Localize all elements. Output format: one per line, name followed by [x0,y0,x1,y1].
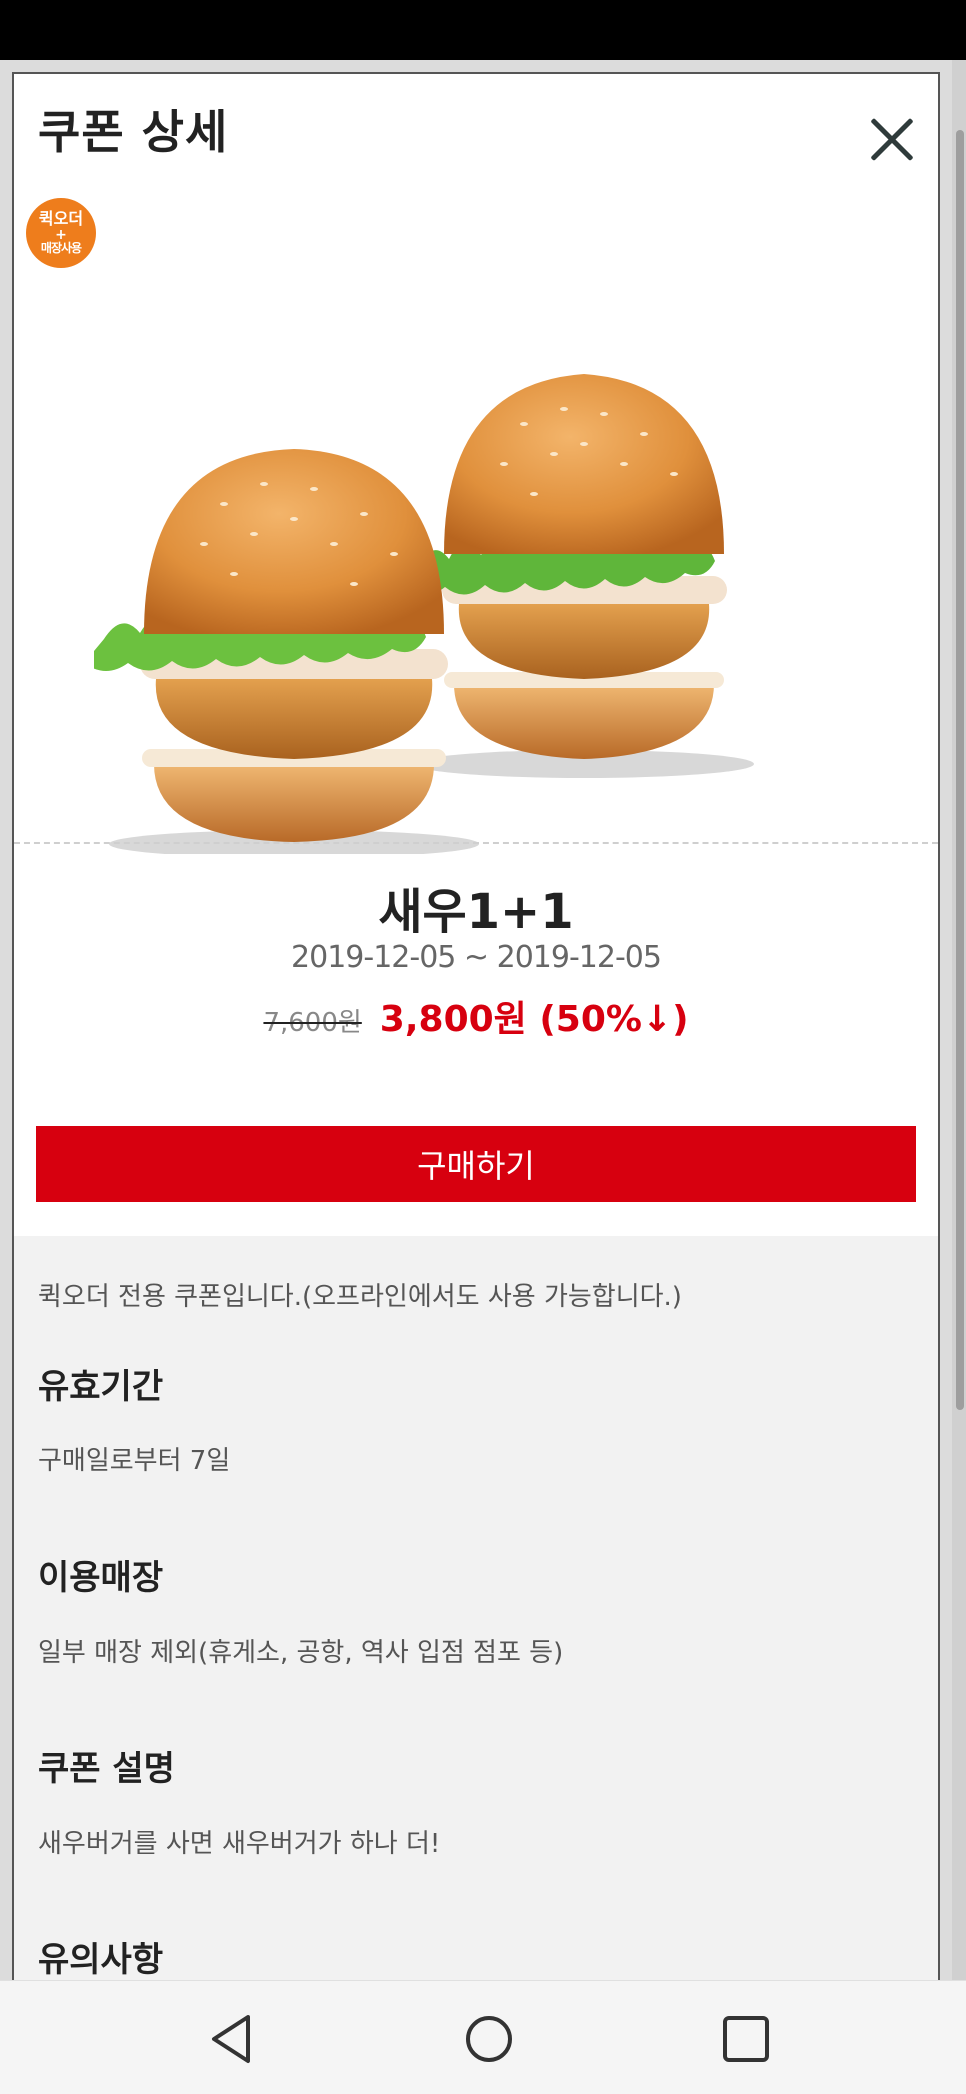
scrollbar-thumb[interactable] [956,130,964,1410]
modal-title: 쿠폰 상세 [38,105,229,159]
validity-heading: 유효기간 [38,1367,164,1407]
description-heading: 쿠폰 설명 [38,1749,175,1789]
recent-apps-square-icon[interactable] [718,2011,774,2067]
original-price: 7,600원 [263,1008,362,1038]
badge-line-1: 퀵오더 [38,208,84,228]
store-text: 일부 매장 제외(휴게소, 공항, 역사 입점 점포 등) [38,1638,564,1668]
product-name: 새우1+1 [378,884,574,940]
sale-price: 3,800원 (50%↓) [379,999,689,1040]
scrollbar[interactable] [952,60,966,1980]
android-nav-bar [0,1980,966,2094]
burger-front [94,449,479,854]
coupon-detail-modal: 쿠폰 상세 퀵오더 + 매장사용 새우1+1 2019-12-05 ~ 2019… [12,72,940,1982]
dashed-divider [14,842,938,844]
quick-order-badge: 퀵오더 + 매장사용 [26,198,96,268]
price-row: 7,600원 3,800원 (50%↓) [14,990,938,1042]
validity-text: 구매일로부터 7일 [38,1446,231,1476]
badge-line-3: 매장사용 [40,241,82,256]
caution-heading: 유의사항 [38,1940,164,1980]
buy-button[interactable]: 구매하기 [36,1126,916,1202]
back-triangle-icon[interactable] [204,2011,260,2067]
product-image [94,374,754,854]
store-heading: 이용매장 [38,1558,164,1598]
coupon-notice: 퀵오더 전용 쿠폰입니다.(오프라인에서도 사용 가능합니다.) [38,1282,682,1312]
home-circle-icon[interactable] [461,2011,517,2067]
burger-back [405,374,754,778]
status-bar [0,0,966,60]
coupon-details: 퀵오더 전용 쿠폰입니다.(오프라인에서도 사용 가능합니다.) 유효기간 구매… [14,1236,938,1982]
validity-dates: 2019-12-05 ~ 2019-12-05 [291,940,662,975]
close-icon[interactable] [856,104,928,176]
description-text: 새우버거를 사면 새우버거가 하나 더! [38,1829,441,1859]
